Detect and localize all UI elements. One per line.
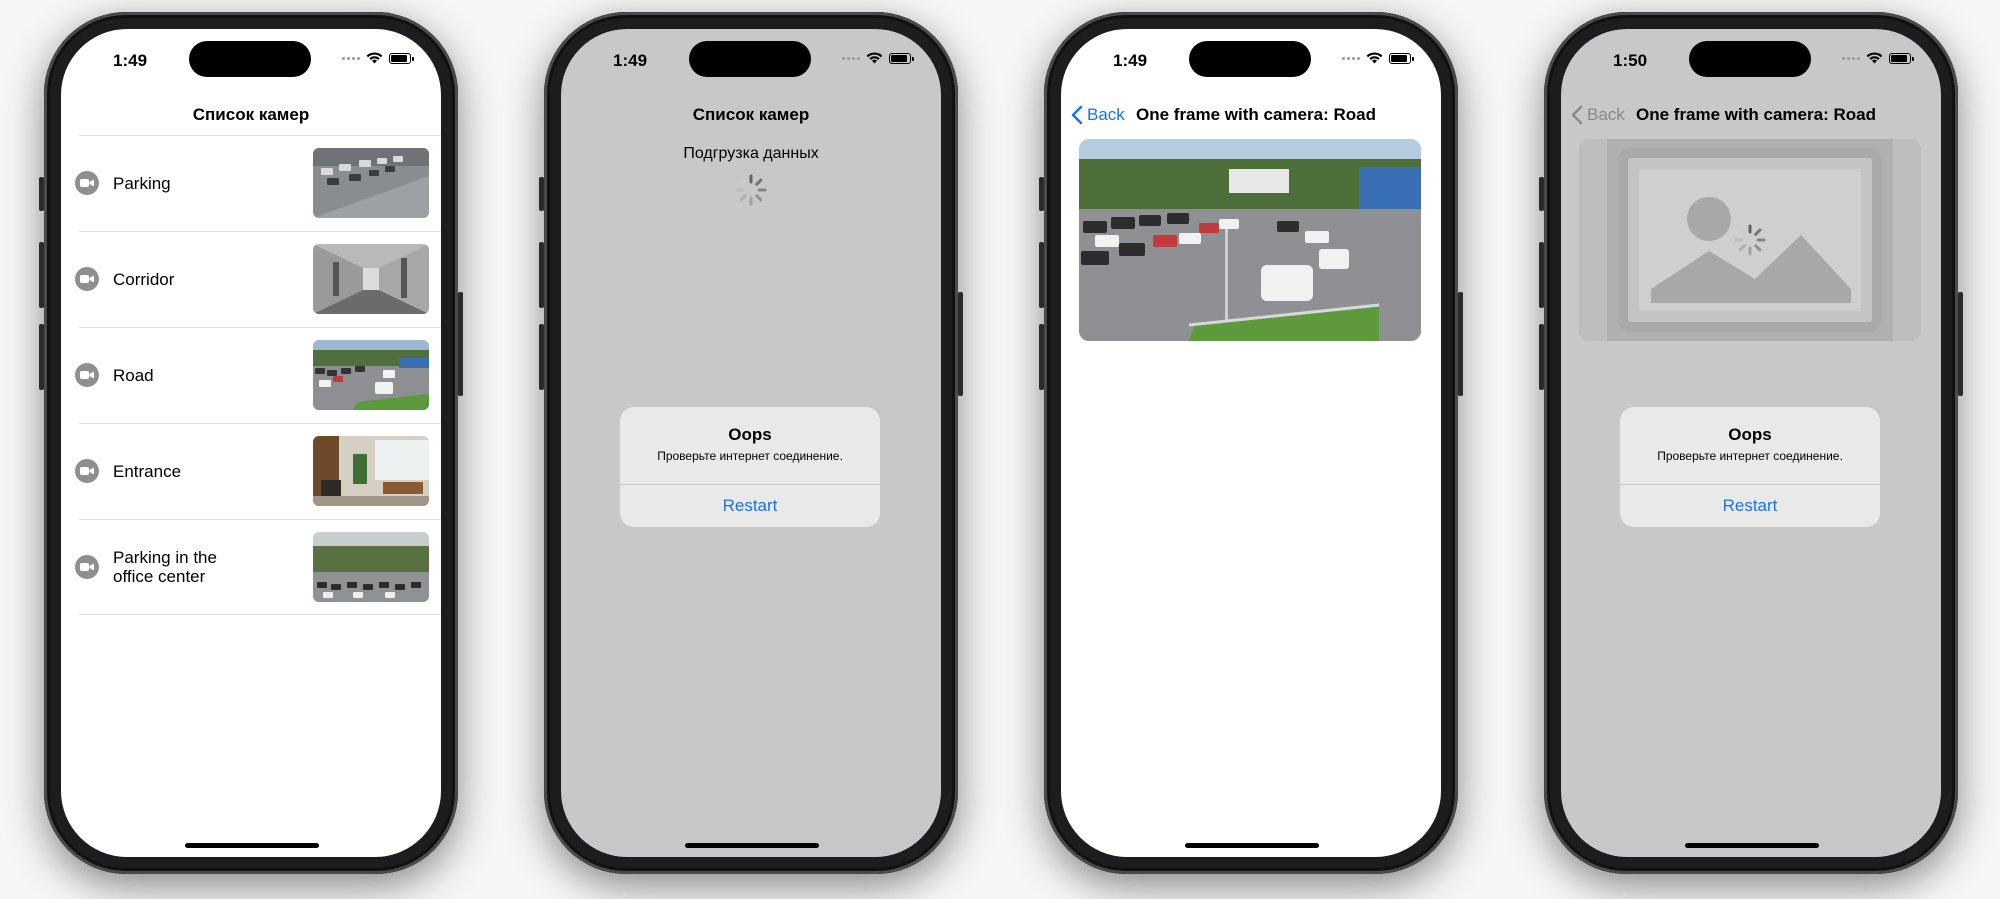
home-indicator: [185, 843, 319, 848]
page-title: One frame with camera: Road: [1136, 105, 1376, 124]
signal-icon: [1842, 56, 1860, 60]
camera-row-road[interactable]: Road: [61, 327, 441, 423]
battery-icon: [389, 52, 414, 64]
camera-thumbnail: [313, 148, 429, 218]
page-title: Список камер: [692, 105, 810, 124]
restart-button[interactable]: Restart: [1620, 485, 1880, 527]
signal-icon: [842, 56, 860, 60]
chevron-left-icon: [1071, 105, 1083, 125]
phone-camera-frame: 1:49 Back One frame with camera: Road: [1039, 12, 1463, 874]
battery-icon: [1389, 52, 1414, 64]
camera-thumbnail: [313, 340, 429, 410]
video-camera-icon: [75, 459, 99, 483]
error-alert: Oops Проверьте интернет соединение. Rest…: [1620, 407, 1880, 527]
video-camera-icon: [75, 363, 99, 387]
camera-list: Parking Corridor Road Entrance Parking i…: [61, 135, 441, 615]
camera-row-parking[interactable]: Parking: [61, 135, 441, 231]
alert-title: Oops: [1728, 425, 1772, 444]
alert-message: Проверьте интернет соединение.: [657, 449, 843, 463]
camera-name: Parking in the office center: [113, 548, 217, 586]
alert-title: Oops: [728, 425, 772, 444]
chevron-left-icon: [1571, 105, 1583, 125]
phone-loading-error: 1:49 Список камер Подгрузка данных Oops …: [539, 12, 963, 874]
phone-camera-list: 1:49 Список камер Parking Corridor Road …: [39, 12, 463, 874]
dynamic-island: [1189, 41, 1311, 77]
back-label: Back: [1087, 105, 1125, 124]
dynamic-island: [689, 41, 811, 77]
status-time: 1:49: [113, 51, 148, 70]
camera-frame-image: [1079, 139, 1421, 341]
wifi-icon: [1866, 52, 1883, 64]
screen-loading-error: 1:49 Список камер Подгрузка данных Oops …: [561, 29, 941, 857]
camera-row-entrance[interactable]: Entrance: [61, 423, 441, 519]
camera-name: Corridor: [113, 269, 175, 289]
video-camera-icon: [75, 171, 99, 195]
spinner-icon: [1734, 224, 1766, 256]
status-time: 1:49: [1113, 51, 1148, 70]
camera-name: Entrance: [113, 461, 182, 481]
camera-thumbnail: [313, 436, 429, 506]
status-icons: [1842, 52, 1914, 64]
screen-frame-error: 1:50 Back One frame with camera: Road Oo…: [1561, 29, 1941, 857]
camera-thumbnail: [313, 532, 429, 602]
alert-message: Проверьте интернет соединение.: [1657, 449, 1843, 463]
home-indicator: [1685, 843, 1819, 848]
camera-row-corridor[interactable]: Corridor: [61, 231, 441, 327]
error-alert: Oops Проверьте интернет соединение. Rest…: [620, 407, 880, 527]
status-time: 1:50: [1613, 51, 1648, 70]
phone-frame-error: 1:50 Back One frame with camera: Road Oo…: [1539, 12, 1963, 874]
battery-icon: [1889, 52, 1914, 64]
camera-name: Road: [113, 365, 154, 385]
loading-text: Подгрузка данных: [683, 145, 819, 162]
restart-button[interactable]: Restart: [620, 485, 880, 527]
page-title: One frame with camera: Road: [1636, 105, 1876, 124]
wifi-icon: [366, 52, 383, 64]
battery-icon: [889, 52, 914, 64]
screen-camera-frame: 1:49 Back One frame with camera: Road: [1061, 29, 1441, 857]
signal-icon: [342, 56, 360, 60]
signal-icon: [1342, 56, 1360, 60]
camera-thumbnail: [313, 244, 429, 314]
video-camera-icon: [75, 555, 99, 579]
wifi-icon: [866, 52, 883, 64]
page-title: Список камер: [192, 105, 310, 124]
camera-name: Parking: [113, 173, 171, 193]
status-icons: [1342, 52, 1414, 64]
back-label: Back: [1587, 105, 1625, 124]
home-indicator: [1185, 843, 1319, 848]
back-button[interactable]: Back: [1571, 105, 1625, 125]
screen-camera-list: 1:49 Список камер Parking Corridor Road …: [61, 29, 441, 857]
dynamic-island: [189, 41, 311, 77]
dynamic-island: [1689, 41, 1811, 77]
wifi-icon: [1366, 52, 1383, 64]
status-icons: [842, 52, 914, 64]
camera-row-parking-office-center[interactable]: Parking in the office center: [61, 519, 441, 615]
back-button[interactable]: Back: [1071, 105, 1125, 125]
status-icons: [342, 52, 414, 64]
status-time: 1:49: [613, 51, 648, 70]
spinner-icon: [735, 174, 767, 206]
image-placeholder: [1579, 139, 1921, 341]
home-indicator: [685, 843, 819, 848]
video-camera-icon: [75, 267, 99, 291]
